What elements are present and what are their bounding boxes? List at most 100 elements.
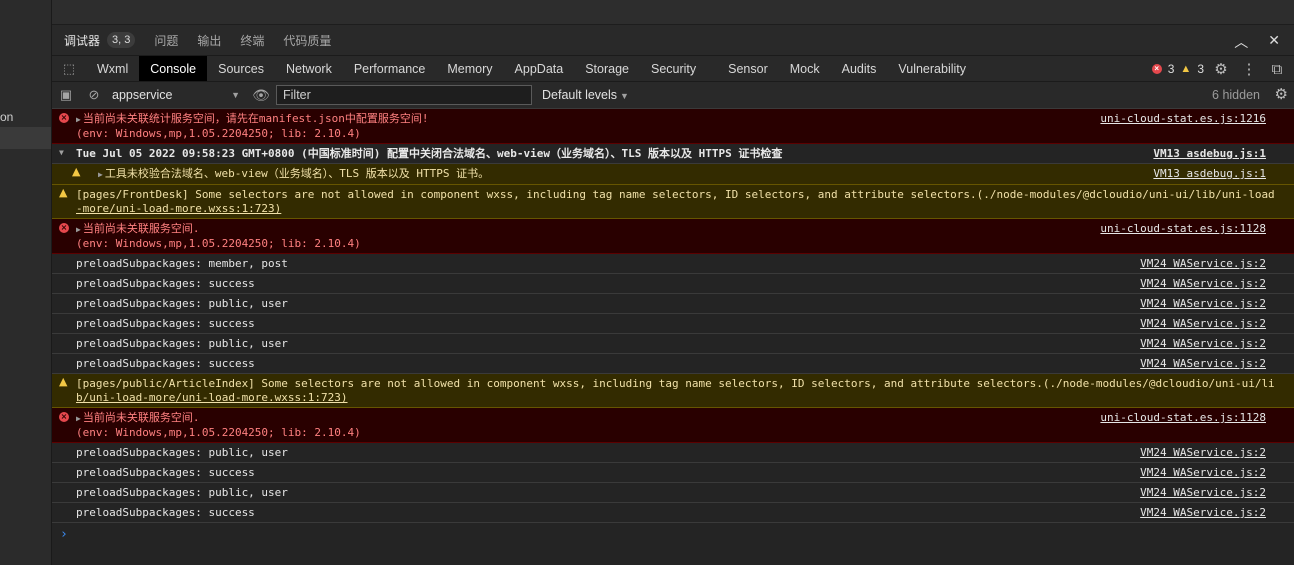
console-prompt[interactable]: ›: [52, 523, 1294, 542]
undock-icon[interactable]: ⧉: [1266, 61, 1288, 78]
console-message-warning[interactable]: ▲ [pages/FrontDesk] Some selectors are no…: [52, 185, 1294, 219]
message-text: Tue Jul 05 2022 09:58:23 GMT+0800 (中国标准时…: [76, 147, 1266, 161]
warning-icon: ▲: [59, 186, 68, 199]
expand-arrow-icon[interactable]: ▶: [98, 170, 103, 179]
tab-storage[interactable]: Storage: [574, 56, 640, 81]
console-message-warning[interactable]: ▲ [pages/public/ArticleIndex] Some select…: [52, 374, 1294, 408]
tab-security[interactable]: Security: [640, 56, 707, 81]
tab-output[interactable]: 输出: [197, 32, 221, 49]
chevron-up-icon[interactable]: ︿: [1234, 32, 1248, 52]
error-count-icon: ×: [1151, 64, 1162, 74]
message-line: 当前尚未关联统计服务空间，请先在manifest.json中配置服务空间!: [82, 112, 429, 125]
live-expression-eye-icon[interactable]: 👁: [246, 87, 276, 104]
tab-terminal[interactable]: 终端: [240, 32, 264, 49]
message-text: ▶ 当前尚未关联服务空间.: [76, 411, 1266, 426]
tab-problems[interactable]: 问题: [154, 32, 178, 49]
source-link[interactable]: VM24 WAService.js:2: [1140, 357, 1266, 371]
source-link[interactable]: uni-cloud-stat.es.js:1128: [1100, 411, 1266, 425]
tab-wxml[interactable]: Wxml: [86, 56, 139, 81]
tab-console[interactable]: Console: [139, 56, 208, 81]
message-line: preloadSubpackages: success: [76, 317, 255, 330]
context-selector[interactable]: appservice ▼: [108, 88, 246, 102]
warning-count[interactable]: 3: [1197, 62, 1204, 76]
expand-arrow-icon[interactable]: ▶: [76, 414, 81, 423]
message-text: [pages/FrontDesk] Some selectors are not…: [76, 188, 1275, 202]
tab-memory[interactable]: Memory: [436, 56, 503, 81]
console-message-error[interactable]: × ▶ 当前尚未关联服务空间. (env: Windows,mp,1.05.22042…: [52, 408, 1294, 443]
message-text: preloadSubpackages: success: [76, 466, 1266, 480]
console-message-warning-nested[interactable]: ▲ ▶ 工具未校验合法域名、web-view（业务域名）、TLS 版本以及 HTTP…: [52, 164, 1294, 185]
tab-appdata[interactable]: AppData: [504, 56, 575, 81]
console-message-group[interactable]: ▼ Tue Jul 05 2022 09:58:23 GMT+0800 (中国标准…: [52, 144, 1294, 164]
dropdown-arrow-icon: ▼: [620, 91, 629, 101]
expand-arrow-icon[interactable]: ▶: [76, 115, 81, 124]
source-link[interactable]: VM24 WAService.js:2: [1140, 317, 1266, 331]
message-line: preloadSubpackages: member, post: [76, 257, 288, 270]
source-link[interactable]: VM13 asdebug.js:1: [1153, 147, 1266, 161]
source-link[interactable]: VM24 WAService.js:2: [1140, 506, 1266, 520]
log-levels-label: Default levels: [542, 88, 618, 102]
message-text: (env: Windows,mp,1.05.2204250; lib: 2.10…: [76, 127, 1266, 141]
error-icon: ×: [59, 412, 69, 422]
tab-code-quality[interactable]: 代码质量: [283, 32, 331, 49]
message-text: preloadSubpackages: success: [76, 357, 1266, 371]
sidebar-selected-row[interactable]: [0, 127, 51, 149]
source-link[interactable]: uni-cloud-stat.es.js:1128: [1100, 222, 1266, 236]
source-link[interactable]: VM24 WAService.js:2: [1140, 446, 1266, 460]
console-message-info[interactable]: preloadSubpackages: success VM24 WAServic…: [52, 314, 1294, 334]
source-link[interactable]: VM24 WAService.js:2: [1140, 277, 1266, 291]
console-message-info[interactable]: preloadSubpackages: public, user VM24 WAS…: [52, 294, 1294, 314]
source-link[interactable]: VM24 WAService.js:2: [1140, 466, 1266, 480]
tab-audits[interactable]: Audits: [831, 56, 888, 81]
sidebar-partial-label: on: [0, 110, 14, 124]
tab-vulnerability[interactable]: Vulnerability: [887, 56, 977, 81]
tab-sources[interactable]: Sources: [207, 56, 275, 81]
console-settings-gear-icon[interactable]: ⚙: [1275, 85, 1288, 103]
message-text: [pages/public/ArticleIndex] Some selecto…: [76, 377, 1275, 391]
more-options-icon[interactable]: ⋮: [1238, 60, 1260, 78]
expand-arrow-icon[interactable]: ▶: [76, 225, 81, 234]
console-message-error[interactable]: × ▶ 当前尚未关联服务空间. (env: Windows,mp,1.05.22042…: [52, 219, 1294, 254]
source-link[interactable]: VM24 WAService.js:2: [1140, 257, 1266, 271]
sidebar-toggle-icon[interactable]: ▣: [52, 87, 80, 103]
message-line: [pages/FrontDesk] Some selectors are not…: [76, 188, 1275, 201]
debugger-area: 调试器 3, 3 问题 输出 终端 代码质量 ︿ ✕ ⬚ Wxml Consol…: [52, 0, 1294, 565]
message-line: 工具未校验合法域名、web-view（业务域名）、TLS 版本以及 HTTPS …: [104, 167, 490, 180]
devtools-tabbar: ⬚ Wxml Console Sources Network Performan…: [52, 56, 1294, 82]
console-message-info[interactable]: preloadSubpackages: public, user VM24 WAS…: [52, 483, 1294, 503]
inspect-element-icon[interactable]: ⬚: [52, 56, 86, 81]
console-message-info[interactable]: preloadSubpackages: public, user VM24 WAS…: [52, 443, 1294, 463]
source-link[interactable]: VM24 WAService.js:2: [1140, 486, 1266, 500]
console-message-info[interactable]: preloadSubpackages: success VM24 WAServic…: [52, 503, 1294, 523]
warning-icon: ▲: [72, 165, 81, 178]
source-link[interactable]: VM24 WAService.js:2: [1140, 297, 1266, 311]
tab-mock[interactable]: Mock: [779, 56, 831, 81]
clear-console-icon[interactable]: ⊘: [80, 87, 108, 103]
bottom-panel-tabs: 调试器 3, 3 问题 输出 终端 代码质量 ︿ ✕: [52, 25, 1294, 56]
console-message-info[interactable]: preloadSubpackages: success VM24 WAServic…: [52, 463, 1294, 483]
tab-network[interactable]: Network: [275, 56, 343, 81]
settings-gear-icon[interactable]: ⚙: [1210, 60, 1232, 78]
message-text: preloadSubpackages: member, post: [76, 257, 1266, 271]
console-message-info[interactable]: preloadSubpackages: success VM24 WAServic…: [52, 274, 1294, 294]
tab-sensor[interactable]: Sensor: [717, 56, 779, 81]
warning-count-icon: ▲: [1180, 63, 1192, 75]
source-link[interactable]: uni-cloud-stat.es.js:1216: [1100, 112, 1266, 126]
message-line: b/uni-load-more/uni-load-more.wxss:1:723…: [76, 391, 348, 404]
source-link[interactable]: VM24 WAService.js:2: [1140, 337, 1266, 351]
group-expand-icon[interactable]: ▼: [59, 148, 69, 158]
console-message-error[interactable]: × ▶ 当前尚未关联统计服务空间，请先在manifest.json中配置服务空间!(…: [52, 109, 1294, 144]
message-text: ▶ 当前尚未关联服务空间.: [76, 222, 1266, 237]
close-icon[interactable]: ✕: [1268, 32, 1280, 52]
filter-input[interactable]: [276, 85, 532, 105]
tab-performance[interactable]: Performance: [343, 56, 437, 81]
tab-debugger[interactable]: 调试器 3, 3: [64, 32, 136, 49]
source-link[interactable]: VM13 asdebug.js:1: [1153, 167, 1266, 181]
message-text: preloadSubpackages: success: [76, 277, 1266, 291]
console-message-info[interactable]: preloadSubpackages: success VM24 WAServic…: [52, 354, 1294, 374]
log-levels-dropdown[interactable]: Default levels ▼: [542, 88, 629, 102]
console-message-info[interactable]: preloadSubpackages: member, post VM24 WAS…: [52, 254, 1294, 274]
console-message-info[interactable]: preloadSubpackages: public, user VM24 WAS…: [52, 334, 1294, 354]
message-line: preloadSubpackages: success: [76, 357, 255, 370]
error-count[interactable]: 3: [1168, 62, 1175, 76]
